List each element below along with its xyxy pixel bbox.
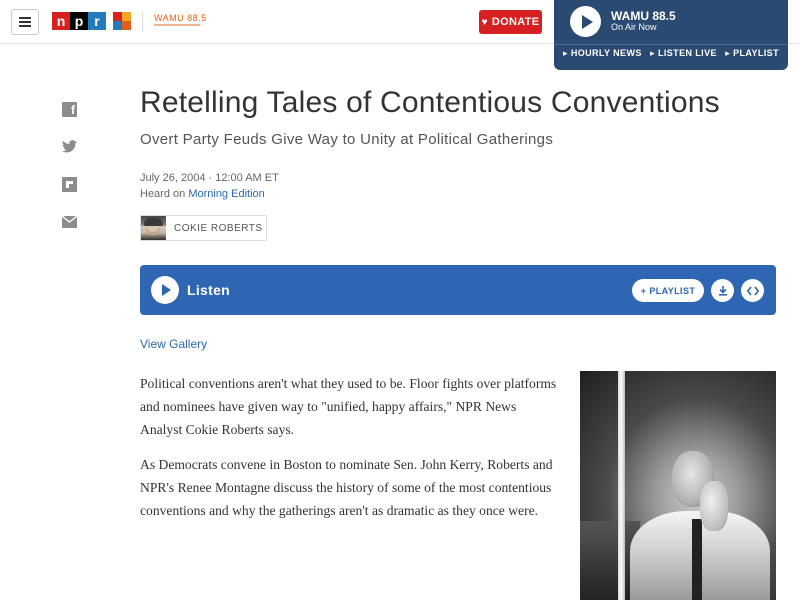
program-link[interactable]: Morning Edition	[188, 188, 264, 200]
download-button[interactable]	[711, 279, 734, 302]
download-icon	[718, 285, 727, 296]
listen-live-link[interactable]: ▸ LISTEN LIVE	[650, 48, 717, 59]
add-to-playlist-button[interactable]: + PLAYLIST	[632, 279, 704, 302]
listen-play-button[interactable]	[151, 276, 179, 304]
photo-hand	[700, 481, 728, 531]
donate-label: DONATE	[491, 16, 540, 28]
live-player: WAMU 88.5 On Air Now ▸ HOURLY NEWS ▸ LIS…	[554, 0, 788, 70]
npr-logo[interactable]: n p r	[52, 12, 106, 30]
photo-tie	[692, 519, 702, 600]
player-status: On Air Now	[611, 22, 657, 32]
author-byline[interactable]: COKIE ROBERTS	[140, 215, 267, 241]
facebook-icon[interactable]: f	[62, 102, 77, 117]
playlist-link[interactable]: ▸ PLAYLIST	[725, 48, 779, 59]
hourly-news-label: HOURLY NEWS	[570, 48, 642, 58]
article-subtitle: Overt Party Feuds Give Way to Unity at P…	[140, 131, 554, 148]
wamu-tagline	[154, 24, 200, 26]
paragraph: Political conventions aren't what they u…	[140, 376, 557, 437]
article-date: July 26, 2004 · 12:00 AM ET	[140, 172, 279, 184]
embed-button[interactable]	[741, 279, 764, 302]
paragraph: As Democrats convene in Boston to nomina…	[140, 457, 553, 518]
player-station: WAMU 88.5	[611, 9, 676, 23]
embed-icon	[746, 286, 759, 295]
listen-live-label: LISTEN LIVE	[657, 48, 717, 58]
email-icon[interactable]	[61, 215, 78, 230]
heard-on-prefix: Heard on	[140, 188, 189, 200]
play-icon	[582, 15, 593, 29]
heart-icon: ♥	[481, 16, 488, 28]
npr-logo-r: r	[88, 12, 106, 30]
heard-on: Heard on Morning Edition	[140, 188, 265, 200]
station-mark-icon	[113, 12, 131, 30]
playlist-link-label: PLAYLIST	[733, 48, 779, 58]
author-name: COKIE ROBERTS	[174, 222, 263, 234]
menu-button[interactable]	[11, 9, 39, 35]
article-photo[interactable]	[580, 371, 776, 600]
caret-right-icon: ▸	[725, 48, 734, 58]
caret-right-icon: ▸	[563, 48, 571, 58]
author-avatar	[141, 216, 166, 240]
view-gallery-link[interactable]: View Gallery	[140, 337, 207, 351]
caret-right-icon: ▸	[650, 48, 658, 58]
article-title: Retelling Tales of Contentious Conventio…	[140, 86, 720, 119]
twitter-icon[interactable]	[62, 140, 77, 155]
playlist-button-label: PLAYLIST	[649, 285, 696, 296]
photo-pole	[618, 371, 625, 600]
audio-player-bar: Listen + PLAYLIST	[140, 265, 776, 315]
flipboard-icon[interactable]	[62, 177, 77, 192]
header-divider	[142, 12, 143, 32]
listen-label[interactable]: Listen	[187, 282, 230, 298]
plus-icon: +	[640, 285, 647, 296]
donate-button[interactable]: ♥ DONATE	[479, 10, 542, 34]
play-icon	[162, 284, 171, 296]
npr-logo-p: p	[70, 12, 88, 30]
wamu-logo[interactable]: WAMU 88.5	[154, 13, 207, 23]
player-divider	[554, 44, 788, 45]
npr-logo-n: n	[52, 12, 70, 30]
live-play-button[interactable]	[570, 6, 601, 37]
article-body: Political conventions aren't what they u…	[140, 372, 560, 534]
hourly-news-link[interactable]: ▸ HOURLY NEWS	[563, 48, 642, 59]
hamburger-icon	[19, 17, 31, 27]
player-links: ▸ HOURLY NEWS ▸ LISTEN LIVE ▸ PLAYLIST	[554, 48, 788, 59]
